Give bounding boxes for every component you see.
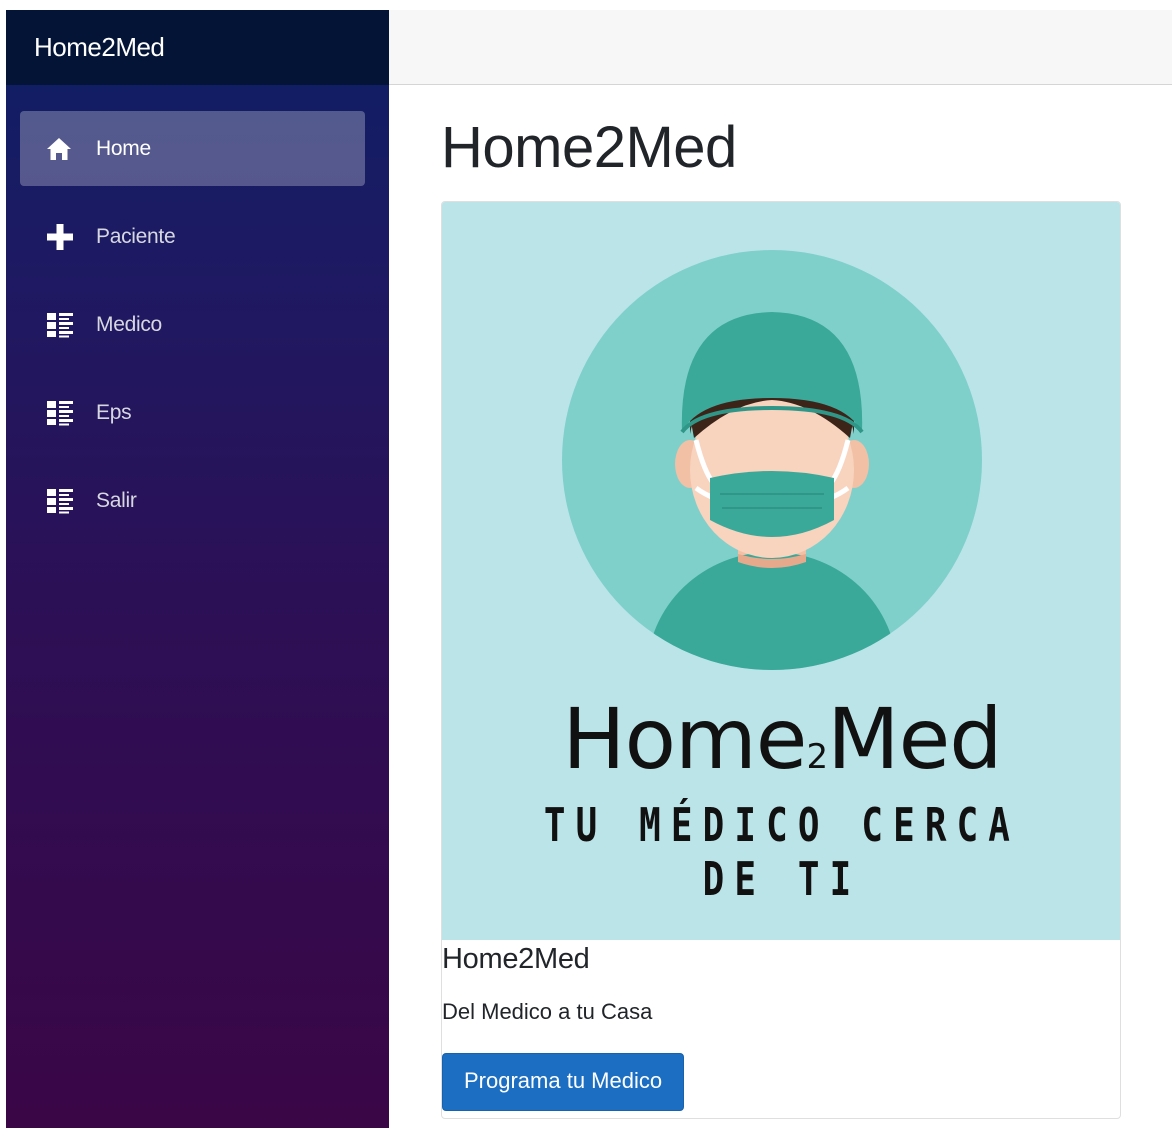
sidebar-item-label: Paciente xyxy=(96,224,176,248)
sidebar-item-label: Salir xyxy=(96,488,137,512)
sidebar-item-paciente[interactable]: Paciente xyxy=(20,199,365,274)
sidebar-item-home[interactable]: Home xyxy=(20,111,365,186)
plus-icon xyxy=(46,223,76,250)
home-icon xyxy=(46,136,76,162)
main-content: Home2Med Home2Med TU MÉDICO CERCA DE TI … xyxy=(441,85,1121,1119)
logo-tagline: TU MÉDICO CERCA DE TI xyxy=(543,798,1021,906)
page-title: Home2Med xyxy=(441,115,737,180)
sidebar-item-salir[interactable]: Salir xyxy=(20,463,365,538)
sidebar-item-label: Home xyxy=(96,136,151,160)
card-title: Home2Med xyxy=(442,943,590,975)
logo-wordmark: Home2Med xyxy=(562,690,1002,788)
list-icon xyxy=(46,400,76,426)
card-text: Del Medico a tu Casa xyxy=(442,999,653,1024)
sidebar-nav: Home Paciente Medico Eps Salir xyxy=(6,85,389,538)
brand-link[interactable]: Home2Med xyxy=(34,32,165,63)
sidebar-item-label: Eps xyxy=(96,400,132,424)
top-bar xyxy=(389,10,1172,85)
brand-bar: Home2Med xyxy=(6,10,389,85)
sidebar-item-medico[interactable]: Medico xyxy=(20,287,365,362)
home-card: Home2Med TU MÉDICO CERCA DE TI Home2Med … xyxy=(441,201,1121,1119)
sidebar-item-label: Medico xyxy=(96,312,162,336)
sidebar: Home2Med Home Paciente Medico Eps Salir xyxy=(6,10,389,1128)
doctor-logo-image: Home2Med TU MÉDICO CERCA DE TI xyxy=(442,202,1120,940)
list-icon xyxy=(46,312,76,338)
card-body: Home2Med Del Medico a tu Casa Programa t… xyxy=(442,943,1120,1111)
schedule-doctor-button[interactable]: Programa tu Medico xyxy=(442,1053,685,1111)
list-icon xyxy=(46,488,76,514)
sidebar-item-eps[interactable]: Eps xyxy=(20,375,365,450)
